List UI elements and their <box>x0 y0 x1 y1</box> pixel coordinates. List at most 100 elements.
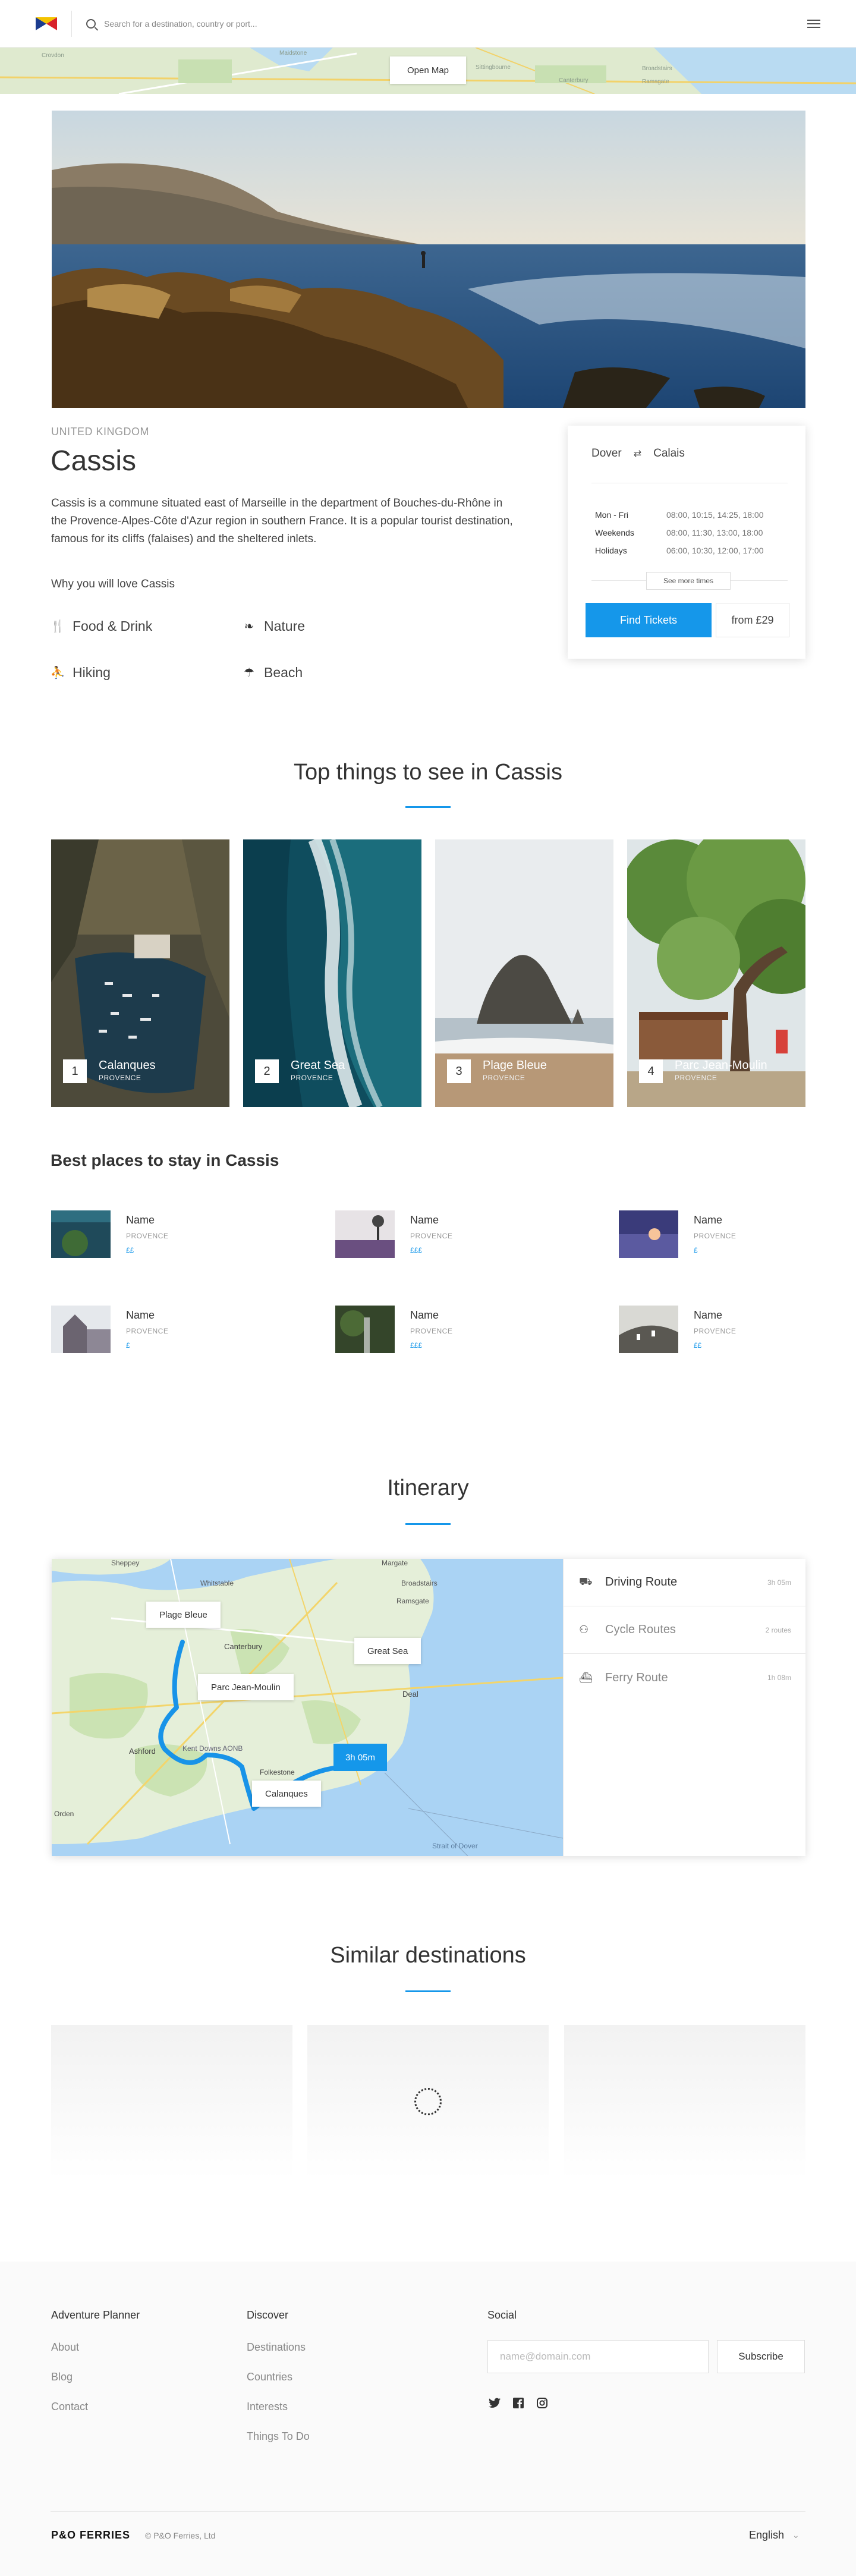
footer-link-blog[interactable]: Blog <box>51 2371 73 2383</box>
stay-region: PROVENCE <box>410 1232 453 1240</box>
stay-thumbnail <box>619 1210 678 1258</box>
thing-number: 1 <box>63 1059 87 1083</box>
hamburger-menu-icon[interactable] <box>807 19 820 28</box>
schedule-times: 08:00, 11:30, 13:00, 18:00 <box>666 528 763 537</box>
schedule-table: Mon - Fri 08:00, 10:15, 14:25, 18:00 Wee… <box>595 506 779 559</box>
coastal-cliff-photo <box>52 111 805 408</box>
route-name: Cycle Routes <box>605 1623 676 1636</box>
newsletter-email-input[interactable] <box>487 2340 709 2373</box>
stay-price: £ <box>694 1246 698 1254</box>
see-more-times-button[interactable]: See more times <box>646 572 731 590</box>
schedule-day: Holidays <box>595 546 627 555</box>
footer-link-countries[interactable]: Countries <box>247 2371 292 2383</box>
similar-title: Similar destinations <box>330 1943 526 1968</box>
footer-divider <box>51 2511 805 2512</box>
thing-card-great-sea[interactable]: 2 Great Sea PROVENCE <box>243 839 421 1107</box>
stay-name: Name <box>410 1214 439 1226</box>
route-duration-badge: 3h 05m <box>333 1744 387 1771</box>
map-pin-great-sea[interactable]: Great Sea <box>354 1638 421 1664</box>
stay-name: Name <box>694 1309 723 1321</box>
ticket-card: Dover ⇄ Calais Mon - Fri 08:00, 10:15, 1… <box>568 426 805 659</box>
twitter-icon[interactable] <box>487 2396 502 2410</box>
stay-card[interactable]: Name PROVENCE £ <box>619 1210 815 1259</box>
stay-card[interactable]: Name PROVENCE ££ <box>51 1210 247 1259</box>
map-pin-calanques[interactable]: Calanques <box>252 1781 321 1807</box>
map-place-label: Sheppey <box>111 1559 140 1567</box>
destination-title: Cassis <box>51 445 137 477</box>
footer-link-interests[interactable]: Interests <box>247 2401 288 2413</box>
route-option-cycle[interactable]: ⚇ Cycle Routes 2 routes <box>564 1606 805 1654</box>
top-things-title: Top things to see in Cassis <box>293 760 562 785</box>
thing-number: 3 <box>447 1059 471 1083</box>
stay-name: Name <box>126 1309 155 1321</box>
stay-card[interactable]: Name PROVENCE ££ <box>619 1306 815 1354</box>
stay-thumbnail <box>335 1306 395 1353</box>
thing-card-calanques[interactable]: 1 Calanques PROVENCE <box>51 839 229 1107</box>
language-selector[interactable]: English ⌄ <box>749 2529 800 2542</box>
map-place-label: Broadstairs <box>401 1579 438 1587</box>
itinerary-panel: Sheppey Whitstable Margate Broadstairs R… <box>52 1559 805 1856</box>
schedule-day: Weekends <box>595 528 634 537</box>
find-tickets-button[interactable]: Find Tickets <box>586 603 712 637</box>
open-map-button[interactable]: Open Map <box>390 56 466 84</box>
stay-price: ££ <box>126 1246 134 1254</box>
stay-card[interactable]: Name PROVENCE £££ <box>335 1210 531 1259</box>
stay-card[interactable]: Name PROVENCE £££ <box>335 1306 531 1354</box>
subscribe-button[interactable]: Subscribe <box>717 2340 805 2373</box>
route-time: 1h 08m <box>767 1674 791 1682</box>
route-ports[interactable]: Dover ⇄ Calais <box>591 447 685 460</box>
umbrella-icon: ☂ <box>244 666 254 680</box>
title-underline <box>405 1990 451 1992</box>
map-place-label: Maidstone <box>279 50 307 56</box>
facebook-icon[interactable] <box>511 2396 525 2410</box>
map-pin-plage-bleue[interactable]: Plage Bleue <box>146 1602 221 1628</box>
map-place-label: Crovdon <box>42 52 64 59</box>
thing-region: PROVENCE <box>483 1074 525 1082</box>
thing-card-parc-jean-moulin[interactable]: 4 Parc Jean-Moulin PROVENCE <box>627 839 805 1107</box>
route-time: 2 routes <box>765 1625 791 1634</box>
swap-arrows-icon[interactable]: ⇄ <box>634 448 641 460</box>
map-pin-parc-jean-moulin[interactable]: Parc Jean-Moulin <box>198 1674 294 1700</box>
feature-nature: ❧ Nature <box>243 618 305 634</box>
footer-brand-logo[interactable]: P&O FERRIES <box>51 2529 130 2542</box>
feature-hiking: ⛹ Hiking <box>51 665 111 681</box>
language-label: English <box>749 2529 785 2541</box>
stay-name: Name <box>410 1309 439 1321</box>
schedule-day: Mon - Fri <box>595 510 628 520</box>
map-place-label: Ramsgate <box>396 1597 429 1605</box>
footer-link-things-to-do[interactable]: Things To Do <box>247 2430 310 2443</box>
instagram-icon[interactable] <box>535 2396 549 2410</box>
route-name: Ferry Route <box>605 1671 668 1684</box>
feature-label: Beach <box>264 665 303 680</box>
footer-heading: Social <box>487 2309 517 2321</box>
thing-card-plage-bleue[interactable]: 3 Plage Bleue PROVENCE <box>435 839 613 1107</box>
route-option-ferry[interactable]: ⛴ Ferry Route 1h 08m <box>564 1654 805 1701</box>
price-button[interactable]: from £29 <box>716 603 789 637</box>
title-underline <box>405 806 451 808</box>
stay-region: PROVENCE <box>694 1232 737 1240</box>
search-bar[interactable] <box>86 18 807 29</box>
footer-link-about[interactable]: About <box>51 2341 79 2354</box>
map-preview-strip[interactable]: Crovdon Maidstone Sittingbourne Canterbu… <box>0 48 856 94</box>
footer-link-destinations[interactable]: Destinations <box>247 2341 306 2354</box>
thing-name: Calanques <box>99 1059 156 1072</box>
thing-region: PROVENCE <box>675 1074 717 1082</box>
stay-card[interactable]: Name PROVENCE £ <box>51 1306 247 1354</box>
map-place-label: Orden <box>54 1810 74 1818</box>
schedule-times: 06:00, 10:30, 12:00, 17:00 <box>666 546 764 555</box>
itinerary-map[interactable]: Sheppey Whitstable Margate Broadstairs R… <box>52 1559 563 1856</box>
schedule-row: Mon - Fri 08:00, 10:15, 14:25, 18:00 <box>595 506 779 524</box>
loading-spinner-icon <box>414 2088 442 2115</box>
site-footer: Adventure Planner About Blog Contact Dis… <box>0 2262 856 2576</box>
stay-price: ££ <box>694 1341 702 1350</box>
brand-logo-icon[interactable] <box>36 17 57 30</box>
thing-number: 4 <box>639 1059 663 1083</box>
stay-region: PROVENCE <box>126 1327 169 1335</box>
footer-brand-name: P&O FERRIES <box>51 2529 131 2541</box>
fork-knife-icon: 🍴 <box>50 620 65 633</box>
top-header <box>0 0 856 48</box>
map-place-label: Strait of Dover <box>432 1842 478 1850</box>
route-option-driving[interactable]: ⛟ Driving Route 3h 05m <box>564 1559 805 1606</box>
search-input[interactable] <box>104 18 401 29</box>
footer-link-contact[interactable]: Contact <box>51 2401 88 2413</box>
